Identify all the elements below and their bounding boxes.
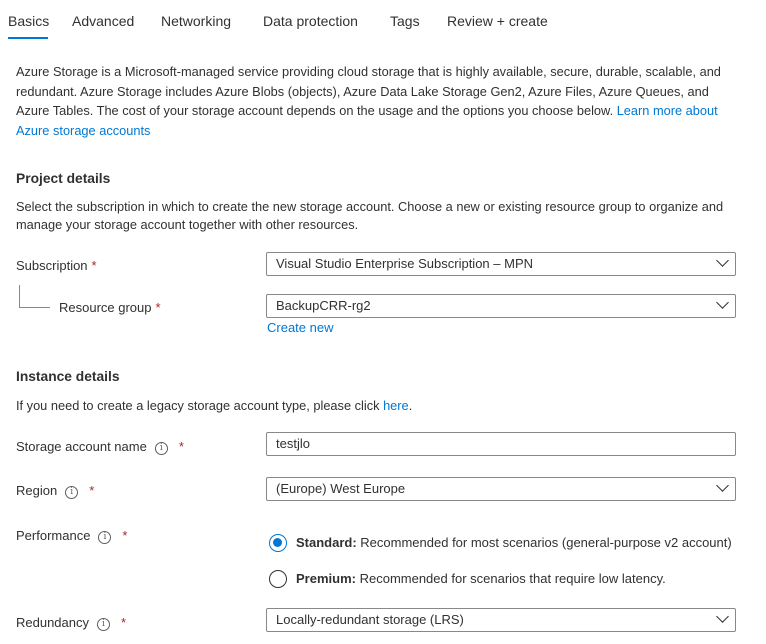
radio-unselected-icon[interactable]	[269, 570, 287, 588]
storage-account-name-value: testjlo	[276, 436, 310, 451]
required-marker: *	[89, 483, 95, 498]
chevron-down-icon	[716, 296, 729, 309]
project-details-description: Select the subscription in which to crea…	[16, 199, 724, 232]
tree-connector-horizontal	[19, 307, 50, 308]
premium-title: Premium:	[296, 571, 356, 586]
legacy-text: If you need to create a legacy storage a…	[16, 398, 384, 413]
region-value: (Europe) West Europe	[276, 481, 406, 496]
info-icon[interactable]: i	[98, 531, 112, 544]
required-marker: *	[155, 300, 161, 315]
legacy-text-end: .	[408, 398, 413, 413]
premium-option-text: Premium: Recommended for scenarios that …	[296, 571, 666, 586]
resource-group-dropdown[interactable]: BackupCRR-rg2	[266, 294, 736, 318]
tab-advanced[interactable]: Advanced	[72, 13, 134, 29]
redundancy-label: Redundancy i *	[16, 615, 126, 631]
resource-group-value: BackupCRR-rg2	[276, 298, 371, 313]
required-marker: *	[178, 439, 184, 454]
project-details-heading: Project details	[16, 171, 111, 186]
chevron-down-icon	[716, 479, 729, 492]
resource-group-label-text: Resource group	[59, 300, 152, 315]
redundancy-value: Locally-redundant storage (LRS)	[276, 612, 464, 627]
tab-review-create[interactable]: Review + create	[447, 13, 548, 29]
region-label: Region i *	[16, 483, 94, 499]
required-marker: *	[91, 258, 97, 273]
intro-paragraph: Azure Storage is a Microsoft-managed ser…	[16, 62, 744, 140]
standard-desc: Recommended for most scenarios (general-…	[360, 535, 732, 550]
region-label-text: Region	[16, 483, 58, 498]
tab-networking[interactable]: Networking	[161, 13, 231, 29]
tab-tags[interactable]: Tags	[390, 13, 420, 29]
legacy-here-link[interactable]: here	[383, 398, 409, 413]
instance-details-description: If you need to create a legacy storage a…	[16, 397, 744, 415]
tab-bar: Basics Advanced Networking Data protecti…	[0, 0, 766, 42]
info-icon[interactable]: i	[154, 442, 168, 455]
intro-text: Azure Storage is a Microsoft-managed ser…	[16, 64, 721, 118]
storage-account-name-label: Storage account name i *	[16, 439, 184, 455]
storage-account-name-label-text: Storage account name	[16, 439, 147, 454]
tab-data-protection[interactable]: Data protection	[263, 13, 358, 29]
active-tab-indicator	[8, 37, 48, 39]
required-marker: *	[121, 615, 127, 630]
subscription-value: Visual Studio Enterprise Subscription – …	[276, 256, 533, 271]
required-marker: *	[122, 528, 128, 543]
chevron-down-icon	[716, 610, 729, 623]
subscription-label: Subscription *	[16, 258, 97, 273]
region-dropdown[interactable]: (Europe) West Europe	[266, 477, 736, 501]
performance-label-text: Performance	[16, 528, 91, 543]
radio-selected-icon[interactable]	[269, 534, 287, 552]
tree-connector-vertical	[19, 285, 20, 307]
premium-desc: Recommended for scenarios that require l…	[359, 571, 666, 586]
performance-label: Performance i *	[16, 528, 127, 544]
info-icon[interactable]: i	[65, 486, 79, 499]
standard-title: Standard:	[296, 535, 357, 550]
subscription-label-text: Subscription	[16, 258, 88, 273]
redundancy-label-text: Redundancy	[16, 615, 89, 630]
chevron-down-icon	[716, 254, 729, 267]
tab-basics[interactable]: Basics	[8, 13, 49, 29]
instance-details-heading: Instance details	[16, 369, 120, 384]
standard-option-text: Standard: Recommended for most scenarios…	[296, 535, 732, 550]
create-new-link[interactable]: Create new	[267, 320, 333, 335]
storage-account-name-input[interactable]: testjlo	[266, 432, 736, 456]
resource-group-label: Resource group *	[59, 300, 161, 315]
info-icon[interactable]: i	[97, 618, 110, 631]
subscription-dropdown[interactable]: Visual Studio Enterprise Subscription – …	[266, 252, 736, 276]
redundancy-dropdown[interactable]: Locally-redundant storage (LRS)	[266, 608, 736, 632]
